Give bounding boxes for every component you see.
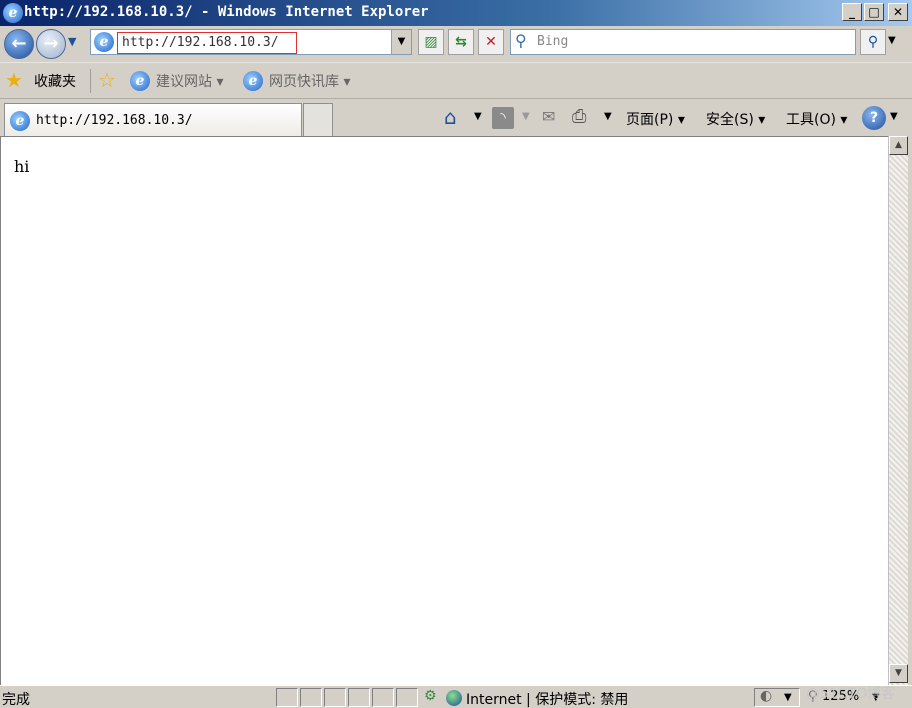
window-title: http://192.168.10.3/ - Windows Internet … bbox=[24, 4, 429, 20]
search-icon: ⚲ bbox=[867, 34, 879, 50]
help-dropdown-icon[interactable]: ▼ bbox=[890, 111, 898, 122]
refresh-icon: ⇆ bbox=[455, 34, 467, 50]
watermark-text: @51CTO博客 bbox=[806, 686, 896, 702]
protected-mode-dropdown-icon[interactable]: ▼ bbox=[784, 692, 792, 703]
favorites-star-icon: ★ bbox=[5, 68, 23, 92]
status-panel bbox=[396, 688, 418, 707]
page-content: hi bbox=[0, 136, 888, 685]
compatibility-view-button[interactable]: ▨ bbox=[418, 29, 444, 55]
tab-label: http://192.168.10.3/ bbox=[36, 113, 193, 128]
compatibility-view-icon: ▨ bbox=[424, 34, 438, 50]
refresh-button[interactable]: ⇆ bbox=[448, 29, 474, 55]
status-panel bbox=[372, 688, 394, 707]
feeds-dropdown-icon[interactable]: ▼ bbox=[522, 111, 530, 122]
status-text: 完成 bbox=[2, 692, 30, 708]
back-arrow-icon: ← bbox=[11, 33, 27, 54]
add-favorites-icon[interactable]: ☆ bbox=[98, 68, 116, 92]
search-box[interactable]: ⚲ Bing bbox=[510, 29, 856, 55]
minimize-button[interactable]: _ bbox=[842, 3, 862, 21]
scroll-up-button[interactable]: ▲ bbox=[889, 136, 908, 155]
forward-arrow-icon: → bbox=[43, 33, 59, 54]
back-button[interactable]: ← bbox=[4, 29, 34, 59]
status-panel bbox=[348, 688, 370, 707]
address-dropdown-icon[interactable]: ▼ bbox=[391, 30, 411, 54]
rss-feed-icon[interactable]: ◝ bbox=[492, 107, 514, 129]
vertical-scrollbar[interactable]: ▲ ▼ bbox=[888, 136, 908, 685]
print-dropdown-icon[interactable]: ▼ bbox=[604, 111, 612, 122]
popup-blocker-icon[interactable]: ⚙ bbox=[424, 688, 437, 704]
search-options-dropdown-icon[interactable]: ▼ bbox=[888, 35, 896, 46]
tab-command-bar: e http://192.168.10.3/ ⌂ ▼ ◝ ▼ ✉ ⎙ ▼ 页面(… bbox=[0, 98, 912, 137]
ie-logo-icon: e bbox=[3, 3, 23, 23]
protected-mode-icon[interactable]: ◐ bbox=[760, 688, 772, 704]
new-tab-button[interactable] bbox=[303, 103, 333, 137]
address-bar[interactable]: e http://192.168.10.3/ ▼ bbox=[90, 29, 412, 55]
navigation-bar: ← → ▼ e http://192.168.10.3/ ▼ ▨ ⇆ ✕ ⚲ B… bbox=[0, 26, 912, 62]
security-zone-text: Internet | 保护模式: 禁用 bbox=[466, 692, 629, 708]
home-icon[interactable]: ⌂ bbox=[444, 105, 457, 129]
web-slice-gallery-link[interactable]: 网页快讯库 ▾ bbox=[269, 71, 350, 91]
page-ie-icon: e bbox=[94, 32, 114, 52]
status-bar: 完成 ⚙ Internet | 保护模式: 禁用 ◐ ▼ ⚲ 125% ▼ bbox=[0, 685, 912, 708]
tab-active[interactable]: e http://192.168.10.3/ bbox=[4, 103, 302, 137]
search-input[interactable]: Bing bbox=[537, 33, 837, 51]
web-slice-icon: e bbox=[243, 71, 263, 91]
internet-zone-globe-icon bbox=[446, 690, 462, 706]
help-icon[interactable]: ? bbox=[862, 106, 886, 130]
status-panel bbox=[276, 688, 298, 707]
stop-button[interactable]: ✕ bbox=[478, 29, 504, 55]
tools-menu[interactable]: 工具(O) ▾ bbox=[786, 109, 847, 129]
read-mail-icon[interactable]: ✉ bbox=[542, 107, 555, 126]
print-icon[interactable]: ⎙ bbox=[572, 106, 586, 127]
address-input[interactable]: http://192.168.10.3/ bbox=[117, 32, 297, 54]
safety-menu[interactable]: 安全(S) ▾ bbox=[706, 109, 765, 129]
search-button[interactable]: ⚲ bbox=[860, 29, 886, 55]
title-bar: e http://192.168.10.3/ - Windows Interne… bbox=[0, 0, 912, 26]
close-button[interactable]: ✕ bbox=[888, 3, 908, 21]
home-dropdown-icon[interactable]: ▼ bbox=[474, 111, 482, 122]
search-magnifier-icon: ⚲ bbox=[515, 31, 527, 50]
maximize-button[interactable]: □ bbox=[864, 3, 884, 21]
page-body-text: hi bbox=[14, 157, 30, 176]
recent-pages-dropdown-icon[interactable]: ▼ bbox=[68, 35, 76, 48]
suggested-sites-icon: e bbox=[130, 71, 150, 91]
stop-icon: ✕ bbox=[485, 34, 497, 50]
favorites-button[interactable]: 收藏夹 bbox=[34, 71, 76, 91]
status-panel bbox=[300, 688, 322, 707]
forward-button[interactable]: → bbox=[36, 29, 66, 59]
page-menu[interactable]: 页面(P) ▾ bbox=[626, 109, 685, 129]
favorites-bar: ★ 收藏夹 ☆ e 建议网站 ▾ e 网页快讯库 ▾ bbox=[0, 62, 912, 98]
scroll-down-button[interactable]: ▼ bbox=[889, 664, 908, 683]
suggested-sites-link[interactable]: 建议网站 ▾ bbox=[156, 71, 223, 91]
status-panel bbox=[324, 688, 346, 707]
toolbar-separator bbox=[90, 69, 91, 93]
tab-ie-icon: e bbox=[10, 111, 30, 131]
